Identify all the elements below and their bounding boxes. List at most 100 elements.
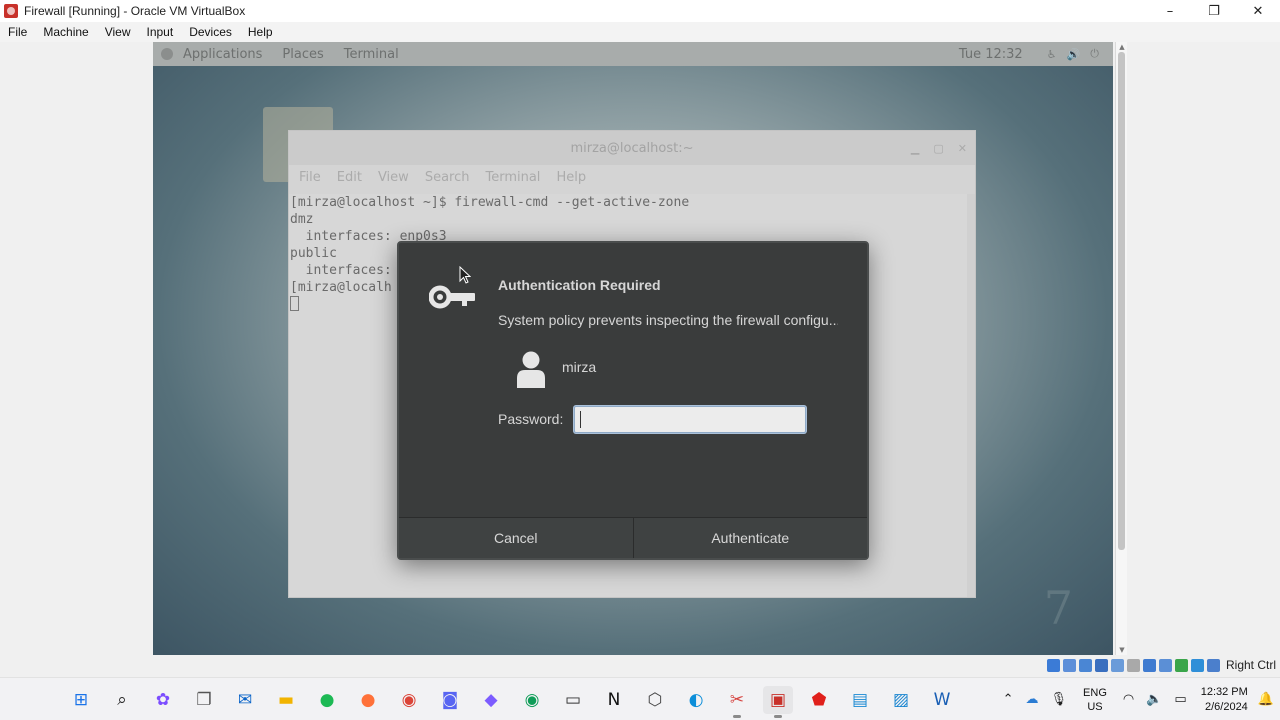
menu-file[interactable]: File bbox=[0, 25, 35, 39]
word-icon[interactable]: W bbox=[927, 686, 957, 714]
gnome-terminal-menu[interactable]: Terminal bbox=[334, 47, 409, 62]
cube-app-icon[interactable]: ⬡ bbox=[640, 686, 670, 714]
network-icon[interactable] bbox=[1095, 659, 1108, 672]
terminal-menu-view[interactable]: View bbox=[370, 170, 417, 185]
auth-user-name: mirza bbox=[562, 359, 597, 375]
terminal-minimize-button[interactable]: ▁ bbox=[911, 142, 919, 155]
menu-input[interactable]: Input bbox=[139, 25, 182, 39]
terminal-menubar: File Edit View Search Terminal Help bbox=[289, 165, 975, 189]
display-icon[interactable] bbox=[1143, 659, 1156, 672]
menu-devices[interactable]: Devices bbox=[181, 25, 240, 39]
gnome-applications-menu[interactable]: Applications bbox=[173, 47, 272, 62]
battery-icon[interactable]: ▭ bbox=[1168, 692, 1192, 707]
virtualbox-icon[interactable]: ▣ bbox=[763, 686, 793, 718]
menu-view[interactable]: View bbox=[97, 25, 139, 39]
microphone-icon[interactable]: 🎙 bbox=[1045, 692, 1074, 707]
outlook-icon[interactable]: ✉ bbox=[230, 686, 260, 714]
auth-dialog-buttons: Cancel Authenticate bbox=[399, 517, 867, 558]
authentication-dialog: Authentication Required System policy pr… bbox=[397, 241, 869, 560]
recording-icon[interactable] bbox=[1159, 659, 1172, 672]
acrobat-icon[interactable]: ⬟ bbox=[804, 686, 834, 714]
terminal-menu-terminal[interactable]: Terminal bbox=[477, 170, 548, 185]
chevron-up-icon[interactable]: ⌃ bbox=[997, 692, 1020, 707]
terminal-menu-file[interactable]: File bbox=[291, 170, 329, 185]
notification-bell-icon[interactable]: 🔔 bbox=[1252, 692, 1280, 707]
wifi-icon[interactable]: ◠ bbox=[1117, 692, 1140, 707]
mouse-integration-icon[interactable] bbox=[1191, 659, 1204, 672]
language-indicator[interactable]: ENG US bbox=[1073, 686, 1117, 714]
gnome-foot-icon bbox=[161, 48, 173, 60]
optical-drive-icon[interactable] bbox=[1063, 659, 1076, 672]
notion-icon[interactable]: N bbox=[599, 686, 629, 714]
chrome-icon[interactable]: ◉ bbox=[394, 686, 424, 714]
file-explorer-icon[interactable]: ▬ bbox=[271, 686, 301, 714]
close-button[interactable]: ✕ bbox=[1236, 0, 1280, 22]
scroll-down-arrow-icon[interactable]: ▼ bbox=[1117, 646, 1127, 654]
copilot-icon[interactable]: ✿ bbox=[148, 686, 178, 714]
system-tray: ⌃ ☁ 🎙 ENG US ◠ 🔈 ▭ 12:32 PM 2/6/2024 🔔 bbox=[997, 678, 1280, 720]
accessibility-icon[interactable]: ♿ bbox=[1047, 48, 1057, 61]
keyboard-icon[interactable] bbox=[1207, 659, 1220, 672]
volume-icon[interactable]: 🔊 bbox=[1067, 48, 1081, 61]
snipping-tool-icon[interactable]: ✂ bbox=[722, 686, 752, 718]
terminal-line: [mirza@localhost ~]$ firewall-cmd --get-… bbox=[290, 195, 690, 210]
terminal-maximize-button[interactable]: ▢ bbox=[933, 142, 943, 155]
vm-scrollbar[interactable]: ▲ ▼ bbox=[1115, 42, 1127, 655]
terminal-icon[interactable]: ▭ bbox=[558, 686, 588, 714]
authenticate-button[interactable]: Authenticate bbox=[632, 518, 867, 558]
terminal-line: dmz bbox=[290, 212, 314, 227]
maximize-button[interactable]: ❐ bbox=[1192, 0, 1236, 22]
audio-icon[interactable] bbox=[1079, 659, 1092, 672]
key-icon bbox=[429, 285, 475, 309]
terminal-menu-edit[interactable]: Edit bbox=[329, 170, 370, 185]
host-key-label: Right Ctrl bbox=[1225, 658, 1276, 672]
spotify-icon[interactable]: ● bbox=[312, 686, 342, 714]
windows-taskbar: ⊞ ⌕ ✿ ❐ ✉ ▬ ● ● ◉ ◙ ◆ ◉ ▭ N ⬡ ◐ ✂ ▣ ⬟ ▤ ▨ W ⌃ ☁ 🎙 ENG US ◠ 🔈 … bbox=[0, 677, 1280, 720]
photos-icon[interactable]: ▨ bbox=[886, 686, 916, 714]
language-code: ENG bbox=[1083, 686, 1107, 699]
mouse-pointer-icon bbox=[459, 266, 471, 284]
shared-folders-icon[interactable] bbox=[1127, 659, 1140, 672]
gnome-top-bar: Applications Places Terminal Tue 12:32 ♿… bbox=[153, 42, 1113, 66]
host-window-controls: – ❐ ✕ bbox=[1148, 0, 1280, 22]
password-label: Password: bbox=[498, 411, 564, 427]
discord-icon[interactable]: ◙ bbox=[435, 686, 465, 714]
power-icon[interactable]: ⏻ bbox=[1090, 47, 1099, 61]
terminal-close-button[interactable]: ✕ bbox=[958, 142, 967, 155]
gnome-places-menu[interactable]: Places bbox=[272, 47, 333, 62]
taskbar-apps: ⊞ ⌕ ✿ ❐ ✉ ▬ ● ● ◉ ◙ ◆ ◉ ▭ N ⬡ ◐ ✂ ▣ ⬟ ▤ ▨ W bbox=[66, 686, 957, 718]
taskbar-time: 12:32 PM bbox=[1200, 685, 1248, 698]
minimize-button[interactable]: – bbox=[1148, 0, 1192, 22]
notepad-icon[interactable]: ▤ bbox=[845, 686, 875, 714]
vbox-status-bar: Right Ctrl bbox=[0, 655, 1280, 677]
cpu-icon[interactable] bbox=[1175, 659, 1188, 672]
password-input[interactable] bbox=[574, 406, 806, 433]
start-icon[interactable]: ⊞ bbox=[66, 686, 96, 714]
terminal-scrollbar[interactable] bbox=[967, 194, 975, 597]
vm-scrollbar-thumb[interactable] bbox=[1118, 52, 1125, 550]
chrome-profile-icon[interactable]: ◉ bbox=[517, 686, 547, 714]
firefox-icon[interactable]: ● bbox=[353, 686, 383, 714]
cancel-button[interactable]: Cancel bbox=[399, 518, 633, 558]
speaker-icon[interactable]: 🔈 bbox=[1140, 692, 1168, 707]
auth-dialog-message: System policy prevents inspecting the fi… bbox=[498, 312, 838, 328]
cloud-icon[interactable]: ☁ bbox=[1020, 692, 1045, 707]
keyboard-region: US bbox=[1087, 700, 1103, 713]
search-icon[interactable]: ⌕ bbox=[107, 686, 137, 714]
user-avatar-icon bbox=[517, 351, 545, 388]
task-view-icon[interactable]: ❐ bbox=[189, 686, 219, 714]
usb-icon[interactable] bbox=[1111, 659, 1124, 672]
gnome-tray: Tue 12:32 ♿ 🔊 ⏻ bbox=[959, 42, 1099, 66]
menu-help[interactable]: Help bbox=[240, 25, 281, 39]
taskbar-clock[interactable]: 12:32 PM 2/6/2024 bbox=[1193, 685, 1252, 715]
gnome-clock[interactable]: Tue 12:32 bbox=[959, 47, 1023, 62]
terminal-title: mirza@localhost:~ bbox=[570, 140, 694, 156]
menu-machine[interactable]: Machine bbox=[35, 25, 96, 39]
edge-icon[interactable]: ◐ bbox=[681, 686, 711, 714]
hard-disk-icon[interactable] bbox=[1047, 659, 1060, 672]
scroll-up-arrow-icon[interactable]: ▲ bbox=[1117, 43, 1127, 51]
terminal-menu-help[interactable]: Help bbox=[548, 170, 594, 185]
terminal-menu-search[interactable]: Search bbox=[417, 170, 478, 185]
virtualbox-app-icon bbox=[4, 4, 18, 18]
obsidian-icon[interactable]: ◆ bbox=[476, 686, 506, 714]
